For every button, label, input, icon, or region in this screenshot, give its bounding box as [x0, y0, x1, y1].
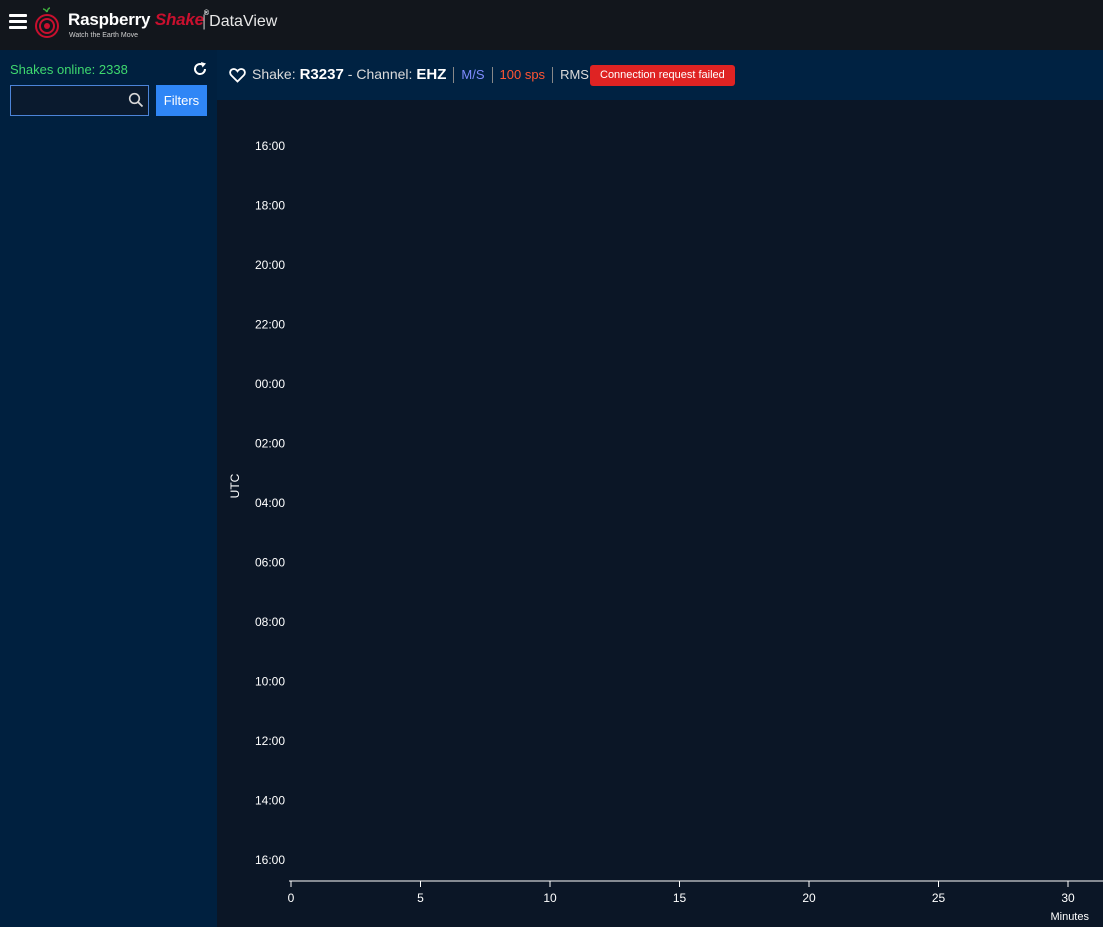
hamburger-menu-icon[interactable]: [9, 14, 27, 30]
search-box: [10, 85, 149, 116]
x-tick-label: 20: [802, 891, 816, 905]
search-icon[interactable]: [128, 92, 144, 108]
y-tick-label: 16:00: [255, 853, 285, 867]
divider: [552, 66, 554, 83]
helicorder-chart: 0 5 10 15 20 25 30 Minutes 16:00 18:00 20:00 22:00 0…: [228, 139, 1103, 923]
y-tick-label: 16:00: [255, 139, 285, 153]
app-header: Raspberry Shake® Watch the Earth Move | D…: [0, 0, 1103, 50]
y-tick-label: 06:00: [255, 556, 285, 570]
sample-rate: 100 sps: [499, 67, 546, 82]
y-tick-label: 10:00: [255, 675, 285, 689]
divider: [491, 66, 493, 83]
divider: [453, 66, 455, 83]
channel-id[interactable]: EHZ: [416, 66, 446, 83]
brand-name[interactable]: Raspberry Shake®: [68, 10, 209, 30]
units-selector[interactable]: M/S: [461, 67, 484, 82]
rms-toggle[interactable]: RMS: [560, 67, 589, 82]
filters-button[interactable]: Filters: [156, 85, 207, 116]
y-tick-label: 04:00: [255, 496, 285, 510]
y-tick-label: 20:00: [255, 258, 285, 272]
connection-error-badge: Connection request failed: [590, 65, 735, 86]
app-title: | DataView: [202, 13, 278, 30]
refresh-icon[interactable]: [192, 61, 208, 77]
brand-tagline: Watch the Earth Move: [69, 32, 138, 39]
x-tick-label: 5: [417, 891, 424, 905]
x-tick-label: 30: [1061, 891, 1075, 905]
x-tick-label: 25: [932, 891, 946, 905]
y-tick-label: 22:00: [255, 318, 285, 332]
raspberry-shake-logo-icon[interactable]: [34, 7, 70, 39]
station-line: Shake: R3237 - Channel: EHZ M/S 100 sps …: [252, 66, 589, 83]
station-info-bar: Shake: R3237 - Channel: EHZ M/S 100 sps …: [217, 50, 1103, 100]
x-tick-label: 0: [288, 891, 295, 905]
heart-icon[interactable]: [229, 67, 246, 83]
y-tick-label: 02:00: [255, 437, 285, 451]
x-axis-label: Minutes: [1050, 911, 1089, 923]
y-tick-label: 08:00: [255, 615, 285, 629]
x-tick-label: 10: [543, 891, 557, 905]
y-tick-label: 12:00: [255, 734, 285, 748]
y-tick-label: 18:00: [255, 199, 285, 213]
shake-label: Shake:: [252, 66, 296, 82]
search-input[interactable]: [13, 88, 125, 113]
channel-label: - Channel:: [347, 66, 413, 82]
x-tick-label: 15: [673, 891, 687, 905]
y-tick-label: 14:00: [255, 794, 285, 808]
shakes-online-count: Shakes online: 2338: [10, 62, 128, 77]
shake-id[interactable]: R3237: [300, 66, 344, 83]
y-tick-label: 00:00: [255, 377, 285, 391]
y-axis-label: UTC: [228, 473, 242, 498]
sidebar: Shakes online: 2338 Filters: [0, 50, 217, 927]
